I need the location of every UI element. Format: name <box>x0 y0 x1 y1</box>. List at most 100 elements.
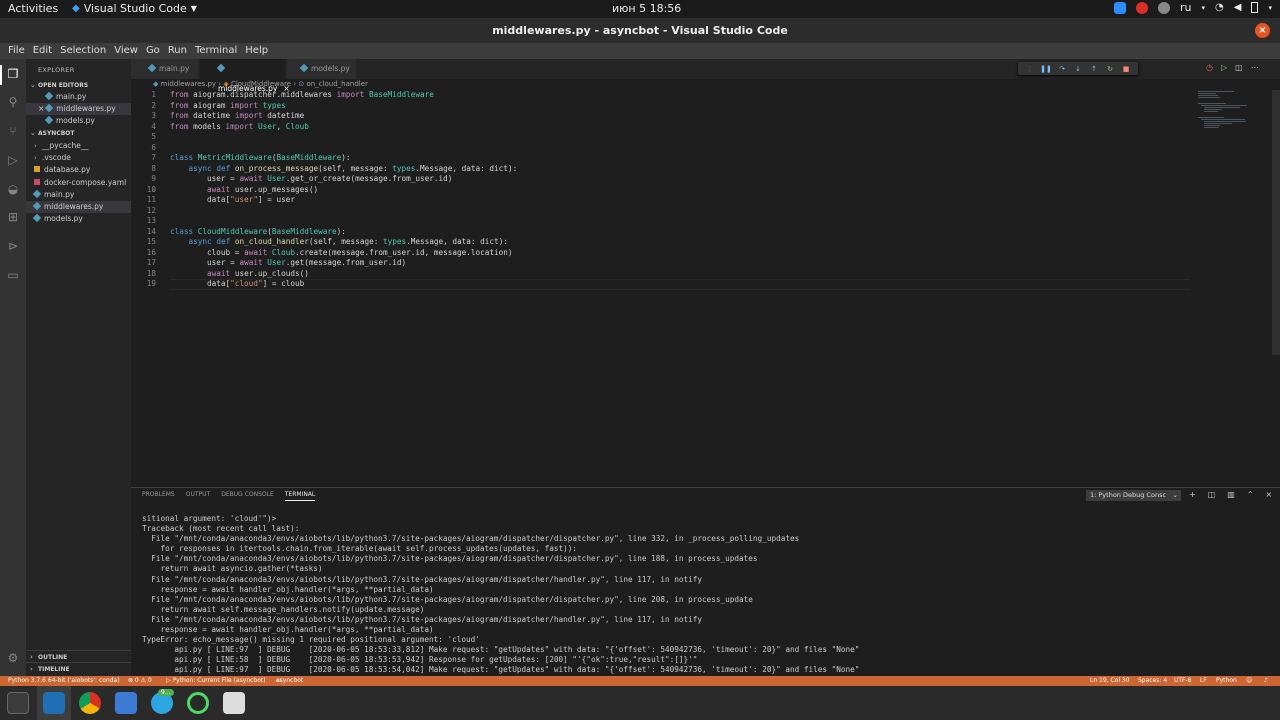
sync-app-icon[interactable] <box>187 692 209 714</box>
tab-middlewares-py[interactable]: middlewares.py × <box>200 59 290 93</box>
activities-button[interactable]: Activities <box>8 2 58 15</box>
run-debug-icon[interactable]: ▷ <box>6 153 20 167</box>
file-item[interactable]: docker-compose.yaml <box>26 177 131 189</box>
indentation[interactable]: Spaces: 4 <box>1138 676 1167 686</box>
source-control-icon[interactable]: ⑂ <box>6 124 20 138</box>
menu-view[interactable]: View <box>110 43 142 59</box>
editor-scrollbar[interactable] <box>1272 90 1280 355</box>
battery-icon[interactable] <box>1251 2 1259 13</box>
add-terminal-icon[interactable]: + <box>1189 490 1196 499</box>
menu-edit[interactable]: Edit <box>29 43 56 59</box>
breadcrumb-method[interactable]: on_cloud_handler <box>307 80 368 88</box>
remote-icon[interactable]: ⊳ <box>6 239 20 253</box>
menu-help[interactable]: Help <box>241 43 272 59</box>
menu-terminal[interactable]: Terminal <box>191 43 241 59</box>
outline-section[interactable]: › OUTLINE <box>26 650 131 662</box>
clock[interactable]: июн 5 18:56 <box>612 2 681 15</box>
terminal-select[interactable]: 1: Python Debug Consc ⌄ <box>1086 490 1181 501</box>
language-mode[interactable]: Python <box>1216 676 1237 686</box>
cursor-position[interactable]: Ln 19, Col 30 <box>1090 676 1130 686</box>
code-editor[interactable]: 1 from aiogram.dispatcher.middlewares imp… <box>131 90 1191 485</box>
code-line[interactable]: class CloudMiddleware(BaseMiddleware): <box>170 227 346 238</box>
volume-icon[interactable]: ◀ <box>1234 2 1242 13</box>
pause-icon[interactable]: ❚❚ <box>1040 65 1052 73</box>
close-icon[interactable]: × <box>38 104 44 113</box>
step-over-icon[interactable]: ↷ <box>1056 65 1068 73</box>
wifi-icon[interactable]: ◔ <box>1215 2 1224 13</box>
code-line[interactable]: await user.up_messages() <box>170 185 318 196</box>
split-editor-icon[interactable]: ◫ <box>1235 63 1243 72</box>
tab-main-py[interactable]: main.py <box>131 59 199 79</box>
code-line[interactable]: cloub = await Cloub.create(message.from_… <box>170 248 513 259</box>
project-folder-header[interactable]: ⌄ ASYNCBOT <box>30 129 75 137</box>
folder-item[interactable]: › __pycache__ <box>26 140 131 152</box>
tab-output[interactable]: OUTPUT <box>186 491 210 501</box>
code-line[interactable]: from datetime import datetime <box>170 111 304 122</box>
restart-icon[interactable]: ↻ <box>1104 65 1116 73</box>
file-item[interactable]: database.py <box>26 164 131 176</box>
file-item[interactable]: models.py <box>26 213 131 225</box>
open-editor-item[interactable]: main.py <box>26 91 131 103</box>
folder-item[interactable]: › .vscode <box>26 152 131 164</box>
stop-icon[interactable]: ■ <box>1120 65 1132 73</box>
code-line[interactable]: async def on_cloud_handler(self, message… <box>170 237 508 248</box>
extensions-icon[interactable]: ⊞ <box>6 210 20 224</box>
file-item[interactable]: middlewares.py <box>26 201 131 213</box>
menu-go[interactable]: Go <box>142 43 164 59</box>
code-line[interactable]: data["cloud"] = cloub <box>170 279 304 290</box>
close-icon[interactable]: × <box>1266 490 1273 499</box>
close-window-button[interactable]: × <box>1255 23 1270 38</box>
chrome-tray-icon[interactable] <box>1136 1 1149 14</box>
trash-icon[interactable]: ▥ <box>1227 490 1235 499</box>
code-line[interactable]: from models import User, Cloub <box>170 122 309 133</box>
tab-models-py[interactable]: models.py <box>287 59 357 79</box>
tab-debug-console[interactable]: DEBUG CONSOLE <box>221 491 274 501</box>
open-editor-item[interactable]: × middlewares.py <box>26 103 131 115</box>
docker-icon[interactable]: ◒ <box>6 182 20 196</box>
encoding[interactable]: UTF-8 <box>1174 676 1192 686</box>
vscode-app-icon[interactable] <box>43 692 65 714</box>
chrome-app-icon[interactable] <box>79 692 101 714</box>
code-line[interactable]: from aiogram import types <box>170 101 286 112</box>
menu-run[interactable]: Run <box>164 43 191 59</box>
language-indicator[interactable]: ru <box>1180 1 1192 14</box>
python-interpreter[interactable]: Python 3.7.6 64-bit ('aiobots': conda) <box>8 676 120 686</box>
code-line[interactable]: data["user"] = user <box>170 195 295 206</box>
terminal-app-icon[interactable] <box>7 692 29 714</box>
explorer-icon[interactable]: ❐ <box>6 67 20 81</box>
code-line[interactable]: await user.up_clouds() <box>170 269 309 280</box>
breadcrumb-file[interactable]: middlewares.py <box>161 80 216 88</box>
breadcrumb-class[interactable]: CloudMiddleware <box>231 80 291 88</box>
split-terminal-icon[interactable]: ◫ <box>1208 490 1216 499</box>
minimap[interactable] <box>1192 90 1272 150</box>
file-item[interactable]: main.py <box>26 189 131 201</box>
code-line[interactable]: async def on_process_message(self, messa… <box>170 164 518 175</box>
code-line[interactable]: user = await User.get(message.from_user.… <box>170 258 406 269</box>
debug-config[interactable]: ▷ Python: Current File (asyncbot) <box>166 676 266 686</box>
folder-icon[interactable]: ▭ <box>6 268 20 282</box>
sync-icon[interactable] <box>1158 1 1171 14</box>
gear-icon[interactable]: ⚙ <box>6 651 20 665</box>
code-line[interactable]: from aiogram.dispatcher.middlewares impo… <box>170 90 434 101</box>
problems-count[interactable]: ⊗ 0 ⚠ 0 <box>128 676 152 686</box>
docs-app-icon[interactable] <box>115 692 137 714</box>
open-editors-header[interactable]: ⌄ OPEN EDITORS <box>30 81 88 89</box>
timer-icon[interactable]: ◷ <box>1206 63 1213 72</box>
drag-handle-icon[interactable]: ⋮ <box>1024 65 1036 73</box>
menu-file[interactable]: File <box>4 43 29 59</box>
maximize-panel-icon[interactable]: ⌃ <box>1247 490 1254 499</box>
code-line[interactable]: class MetricMiddleware(BaseMiddleware): <box>170 153 351 164</box>
timeline-section[interactable]: › TIMELINE <box>26 662 131 674</box>
run-icon[interactable]: ▷ <box>1221 63 1227 72</box>
step-out-icon[interactable]: ↑ <box>1088 65 1100 73</box>
zoom-icon[interactable] <box>1114 1 1127 14</box>
line-ending[interactable]: LF <box>1200 676 1207 686</box>
step-into-icon[interactable]: ↓ <box>1072 65 1084 73</box>
more-icon[interactable]: ⋯ <box>1251 63 1259 72</box>
terminal-output[interactable]: sitional argument: 'cloud'")> Traceback (… <box>142 514 1272 676</box>
menu-selection[interactable]: Selection <box>56 43 110 59</box>
bell-icon[interactable]: ♪ <box>1264 676 1268 686</box>
tab-terminal[interactable]: TERMINAL <box>284 491 316 501</box>
code-line[interactable]: user = await User.get_or_create(message.… <box>170 174 452 185</box>
search-icon[interactable]: ⚲ <box>6 95 20 109</box>
